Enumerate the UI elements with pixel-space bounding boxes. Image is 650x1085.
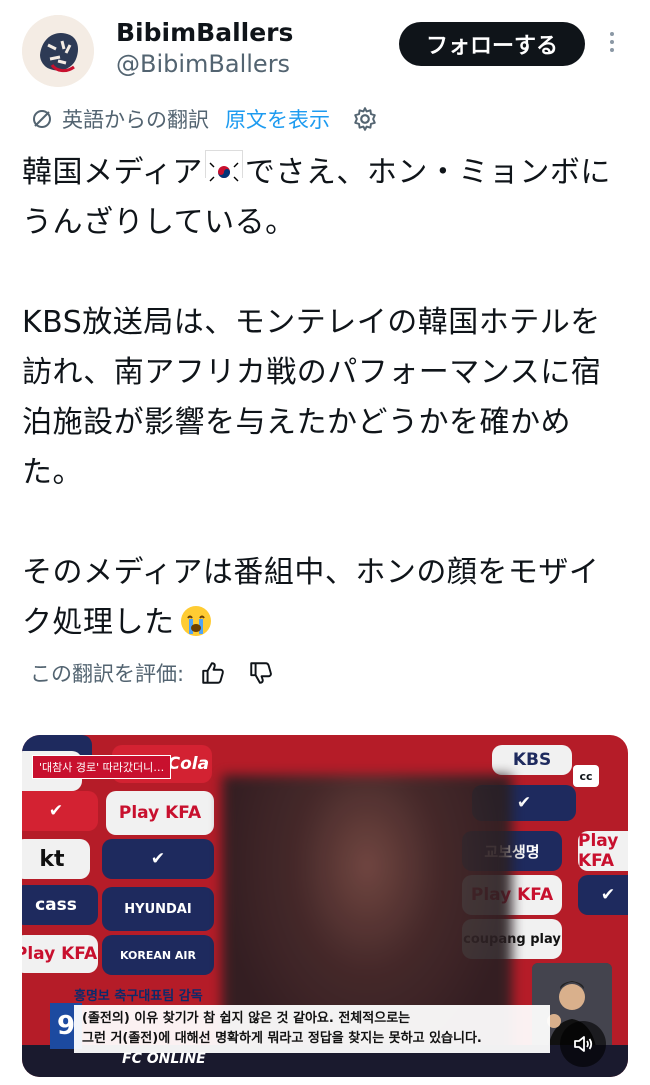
- sponsor-playkfa-panel: Play KFA: [578, 831, 628, 871]
- thumbs-down-icon[interactable]: [248, 660, 274, 686]
- show-original-link[interactable]: 原文を表示: [225, 104, 330, 134]
- sponsor-label: Play KFA: [578, 831, 619, 871]
- closed-captions-button[interactable]: cc: [573, 765, 599, 787]
- author-name[interactable]: BibimBallers: [116, 18, 293, 47]
- author-avatar[interactable]: [22, 15, 94, 87]
- sponsor-hyundai-panel: HYUNDAI: [102, 887, 214, 931]
- sponsor-label: KBS: [512, 750, 552, 770]
- sponsor-label: Play KFA: [118, 803, 202, 823]
- follow-button[interactable]: フォローする: [399, 22, 585, 66]
- subtitle-line-2: 그런 거(졸전)에 대해선 명확하게 뭐라고 정답을 찾지는 못하고 있습니다.: [82, 1031, 482, 1046]
- korea-flag-icon: [204, 150, 243, 185]
- sponsor-label: HYUNDAI: [124, 901, 192, 917]
- post-paragraph-2: KBS放送局は、モンテレイの韓国ホテルを訪れ、南アフリカ戦のパフォーマンスに宿泊…: [22, 305, 602, 490]
- gear-icon[interactable]: [352, 106, 378, 132]
- sponsor-label: Play KFA: [22, 944, 98, 964]
- subtitle-line-1: (졸전의) 이유 찾기가 참 쉽지 않은 것 같아요. 전체적으로는: [82, 1011, 411, 1026]
- mute-toggle-button[interactable]: [560, 1021, 606, 1067]
- crying-face-emoji-icon: [179, 604, 213, 638]
- post-text: 韓国メディア でさえ、ホン・ミョンボにうんざりしている。 KBS放送局は、モンテレ…: [22, 148, 622, 648]
- sponsor-kt-panel: kt: [22, 839, 90, 879]
- sponsor-playkfa-panel: Play KFA: [106, 791, 214, 835]
- sponsor-label: kt: [39, 846, 65, 872]
- post-text-segment: そのメディアは番組中、ホンの顔をモザイク処理した: [22, 555, 600, 640]
- news-subtitle: (졸전의) 이유 찾기가 참 쉽지 않은 것 같아요. 전체적으로는 그런 거(…: [74, 1005, 550, 1053]
- thumbs-up-icon[interactable]: [200, 660, 226, 686]
- sponsor-label: KOREAN AIR: [120, 948, 196, 962]
- translate-icon: [33, 110, 51, 128]
- sponsor-koreanair-panel: KOREAN AIR: [102, 935, 214, 975]
- sponsor-nike-panel: ✔: [578, 875, 628, 915]
- more-options-icon[interactable]: [606, 28, 618, 58]
- post-text-segment: 韓国メディア: [22, 155, 203, 190]
- sponsor-kbs-panel: KBS: [492, 745, 572, 775]
- tiger-logo-icon: [22, 15, 94, 87]
- speaker-caption: 홍명보 축구대표팀 감독: [74, 989, 203, 1004]
- sponsor-nike-panel: ✔: [102, 839, 214, 879]
- sponsor-playkfa-panel: Play KFA: [22, 935, 98, 973]
- author-handle[interactable]: @BibimBallers: [116, 50, 290, 78]
- sponsor-cass-panel: cass: [22, 885, 98, 925]
- rate-translation-bar: この翻訳を評価:: [30, 655, 274, 691]
- post-paragraph-3: そのメディアは番組中、ホンの顔をモザイク処理した: [22, 548, 622, 648]
- translation-note: 英語からの翻訳: [62, 108, 209, 132]
- translation-bar: 英語からの翻訳 原文を表示: [30, 104, 378, 134]
- sponsor-label: cass: [35, 895, 77, 915]
- rate-translation-label: この翻訳を評価:: [30, 662, 185, 686]
- fc-online-logo: FC ONLINE: [122, 1051, 206, 1067]
- news-tag: '대참사 경로' 따라갔더니…: [32, 755, 172, 779]
- sponsor-nike-panel: ✔: [22, 791, 98, 831]
- video-player[interactable]: kt Coca-Cola ✔ Play KFA kt ✔ cass HYUNDA…: [22, 735, 628, 1077]
- post-paragraph-1: 韓国メディア でさえ、ホン・ミョンボにうんざりしている。: [22, 148, 622, 248]
- speaker-icon: [574, 1036, 593, 1052]
